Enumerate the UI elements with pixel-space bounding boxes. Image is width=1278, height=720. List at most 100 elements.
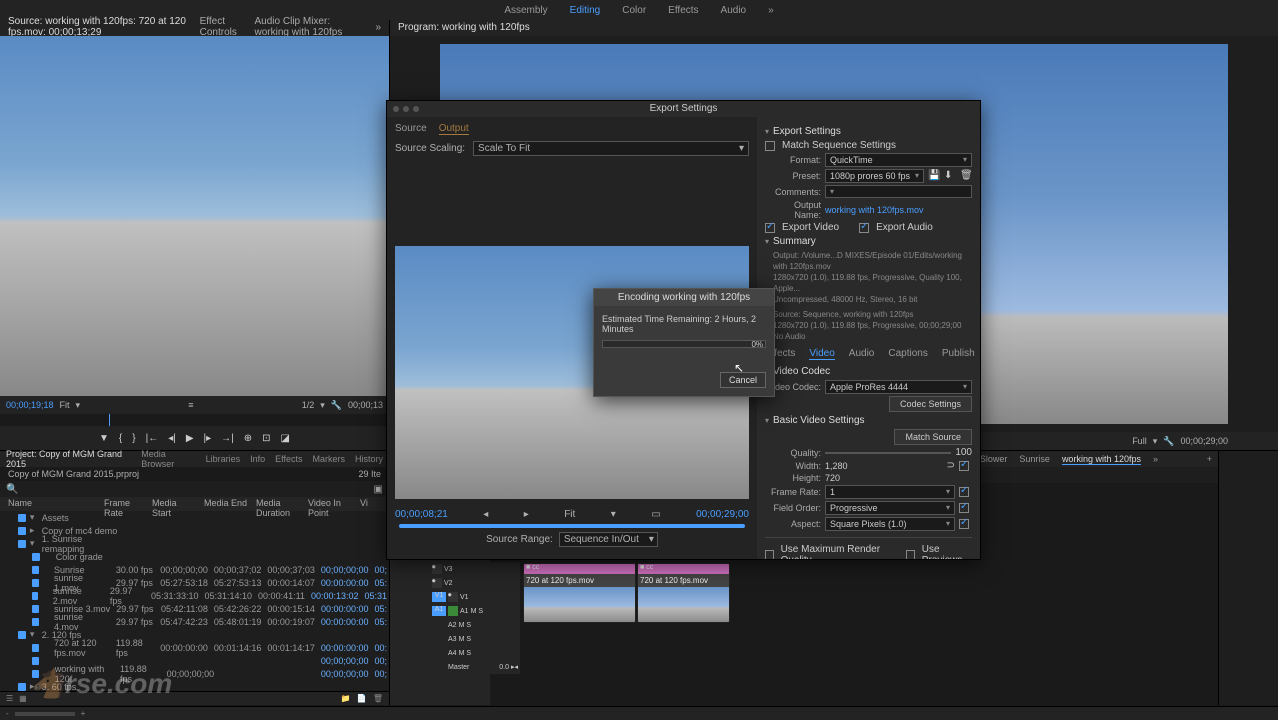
new-bin-icon[interactable]: 📁 [341, 694, 351, 703]
wrench-icon[interactable]: 🔧 [331, 400, 342, 411]
export-out-tc[interactable]: 00;00;29;00 [696, 509, 749, 520]
libraries-tab[interactable]: Libraries [206, 454, 241, 464]
export-range-slider[interactable] [399, 524, 745, 528]
width-input[interactable]: 1,280 [825, 461, 943, 471]
delete-preset-icon[interactable]: 🗑 [960, 170, 972, 182]
bars-icon[interactable]: ≡ [188, 400, 193, 410]
effects-tab[interactable]: Effects [275, 454, 302, 464]
overflow-icon[interactable]: » [1153, 454, 1158, 464]
insert-icon[interactable]: ⊕ [244, 433, 252, 444]
project-tree-row[interactable]: sunrise 2.mov29.97 fps05:31:33:1005:31:1… [0, 589, 389, 602]
save-preset-icon[interactable]: 💾 [928, 170, 940, 182]
project-tree-row[interactable]: 720 at 120 fps.mov119.88 fps00:00:00:000… [0, 641, 389, 654]
width-match-checkbox[interactable] [959, 461, 969, 471]
export-audio-checkbox[interactable] [859, 223, 869, 233]
summary-header[interactable]: Summary [765, 236, 972, 247]
fieldorder-dropdown[interactable]: Progressive [825, 501, 955, 515]
close-icon[interactable] [393, 106, 399, 112]
link-icon[interactable]: ⊃ [947, 460, 955, 471]
fr-match-checkbox[interactable] [959, 487, 969, 497]
output-name-link[interactable]: working with 120fps.mov [825, 205, 972, 215]
ws-audio[interactable]: Audio [721, 5, 747, 16]
source-scaling-dropdown[interactable]: Scale To Fit▾ [473, 141, 749, 156]
step-fwd-icon[interactable]: ▸ [524, 509, 529, 520]
col-media-duration[interactable]: Media Duration [252, 497, 304, 511]
quality-slider[interactable] [825, 452, 951, 454]
framerate-dropdown[interactable]: 1 [825, 485, 955, 499]
project-tree-row[interactable]: ▾1. Sunrise remapping [0, 537, 389, 550]
video-codec-dropdown[interactable]: Apple ProRes 4444 [825, 380, 972, 394]
source-timecode-in[interactable]: 00;00;19;18 [6, 400, 54, 410]
program-tab[interactable]: Program: working with 120fps [398, 22, 530, 35]
out-point-icon[interactable]: } [132, 433, 135, 444]
basic-video-settings-header[interactable]: Basic Video Settings [765, 415, 972, 426]
new-item-icon[interactable]: 📄 [357, 694, 367, 703]
import-preset-icon[interactable]: ⬇ [944, 170, 956, 182]
output-tab[interactable]: Output [439, 123, 469, 135]
timeline-clip[interactable]: ■ cc 720 at 120 fps.mov [637, 563, 730, 623]
col-video-in[interactable]: Video In Point [304, 497, 356, 511]
sequence-tab[interactable]: working with 120fps [1062, 454, 1141, 465]
match-source-button[interactable]: Match Source [894, 429, 972, 445]
overflow-icon[interactable]: » [768, 5, 774, 16]
height-input[interactable]: 720 [825, 473, 972, 483]
ws-editing[interactable]: Editing [570, 5, 601, 16]
trash-icon[interactable]: 🗑 [373, 694, 383, 703]
export-frame-icon[interactable]: ◪ [281, 433, 290, 444]
fit-menu[interactable]: Full [1132, 436, 1147, 446]
captions-tab[interactable]: Captions [888, 348, 927, 360]
ws-effects[interactable]: Effects [668, 5, 698, 16]
use-previews-checkbox[interactable] [906, 550, 915, 559]
zoom-slider[interactable] [15, 712, 75, 716]
in-point-icon[interactable]: { [119, 433, 122, 444]
bin-icon[interactable]: ▣ [374, 484, 383, 495]
step-fwd-icon[interactable]: |▸ [204, 433, 212, 444]
export-in-tc[interactable]: 00;00;08;21 [395, 509, 448, 520]
wrench-icon[interactable]: 🔧 [1163, 436, 1174, 447]
icon-view-icon[interactable]: ▦ [19, 694, 27, 703]
resolution-menu[interactable]: 1/2 [302, 400, 315, 410]
minimize-icon[interactable] [403, 106, 409, 112]
markers-tab[interactable]: Markers [312, 454, 345, 464]
aspect-dropdown[interactable]: Square Pixels (1.0) [825, 517, 955, 531]
source-scrubber[interactable] [0, 414, 389, 426]
aspect-match-checkbox[interactable] [959, 519, 969, 529]
zoom-out-icon[interactable]: - [6, 709, 9, 718]
ws-color[interactable]: Color [622, 5, 646, 16]
media-browser-tab[interactable]: Media Browser [141, 449, 195, 469]
overflow-icon[interactable]: » [375, 22, 381, 35]
project-tree-row[interactable]: sunrise 4.mov29.97 fps05:47:42:2305:48:0… [0, 615, 389, 628]
export-settings-header[interactable]: Export Settings [765, 126, 972, 137]
zoom-in-icon[interactable]: + [81, 709, 86, 718]
max-render-checkbox[interactable] [765, 550, 774, 559]
audio-tab[interactable]: Audio [849, 348, 875, 360]
col-framerate[interactable]: Frame Rate [100, 497, 148, 511]
video-tab[interactable]: Video [809, 348, 834, 360]
fit-menu[interactable]: Fit [60, 400, 70, 410]
preset-dropdown[interactable]: 1080p prores 60 fps [825, 169, 924, 183]
step-back-icon[interactable]: ◂| [168, 433, 176, 444]
maximize-icon[interactable] [413, 106, 419, 112]
goto-out-icon[interactable]: →| [221, 433, 234, 444]
search-icon[interactable]: 🔍 [6, 484, 18, 495]
source-monitor[interactable] [0, 36, 389, 396]
aspect-icon[interactable]: ▭ [651, 509, 660, 520]
video-codec-header[interactable]: Video Codec [765, 366, 972, 377]
marker-icon[interactable]: ▼ [99, 433, 109, 444]
overwrite-icon[interactable]: ⊡ [262, 433, 270, 444]
project-tree[interactable]: ▾Assets▸Copy of mc4 demo▾1. Sunrise rema… [0, 511, 389, 691]
comments-input[interactable] [825, 185, 972, 198]
source-range-dropdown[interactable]: Sequence In/Out▾ [559, 532, 658, 547]
list-view-icon[interactable]: ☰ [6, 694, 13, 703]
col-media-end[interactable]: Media End [200, 497, 252, 511]
history-tab[interactable]: History [355, 454, 383, 464]
format-dropdown[interactable]: QuickTime [825, 153, 972, 167]
project-tree-row[interactable]: Color grade [0, 550, 389, 563]
goto-in-icon[interactable]: |← [146, 433, 159, 444]
col-video-out[interactable]: Vi [356, 497, 372, 511]
export-video-checkbox[interactable] [765, 223, 775, 233]
project-tab[interactable]: Project: Copy of MGM Grand 2015 [6, 449, 131, 469]
add-panel-icon[interactable]: + [1207, 454, 1212, 464]
col-media-start[interactable]: Media Start [148, 497, 200, 511]
fo-match-checkbox[interactable] [959, 503, 969, 513]
